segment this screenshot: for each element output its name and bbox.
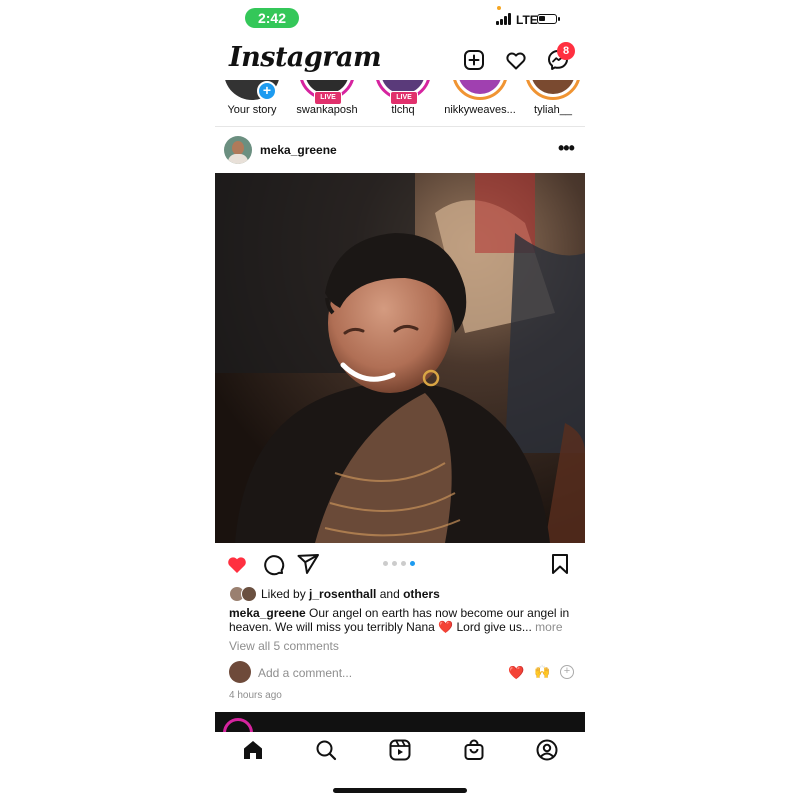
story-avatar xyxy=(452,80,508,100)
liker-avatar xyxy=(241,586,257,602)
mic-indicator-dot xyxy=(497,6,501,10)
liked-and: and xyxy=(376,587,404,601)
instagram-logo: Instagram xyxy=(229,42,382,73)
status-bar: 2:42 LTE xyxy=(215,0,585,34)
shop-icon[interactable] xyxy=(462,738,486,762)
home-icon[interactable] xyxy=(241,738,265,762)
new-post-icon[interactable] xyxy=(462,48,486,72)
profile-icon[interactable] xyxy=(535,738,559,762)
more-options-icon[interactable]: ••• xyxy=(558,138,575,159)
next-post-preview[interactable] xyxy=(215,712,585,732)
live-badge: LIVE xyxy=(390,91,418,105)
add-story-plus-icon[interactable]: + xyxy=(257,81,277,101)
like-heart-icon[interactable] xyxy=(225,552,249,576)
network-label: LTE xyxy=(516,13,538,27)
liked-others[interactable]: others xyxy=(403,587,440,601)
story-avatar xyxy=(525,80,581,100)
caption-username[interactable]: meka_greene xyxy=(229,606,306,620)
signal-icon xyxy=(496,13,514,25)
instagram-screen: 2:42 LTE Instagram 8 + Your story LIVE s… xyxy=(215,0,585,800)
divider xyxy=(215,126,585,127)
my-avatar xyxy=(229,661,251,683)
messenger-badge: 8 xyxy=(557,42,575,60)
home-indicator[interactable] xyxy=(333,788,467,793)
liked-prefix: Liked by xyxy=(261,587,310,601)
quick-reaction-raised-hands[interactable]: 🙌 xyxy=(534,664,550,680)
story-tlchq[interactable]: LIVE tlchq xyxy=(363,80,443,126)
bottom-tab-bar xyxy=(215,732,585,768)
post-caption: meka_greene Our angel on earth has now b… xyxy=(229,606,574,634)
liked-user[interactable]: j_rosenthall xyxy=(309,587,376,601)
story-tyliah[interactable]: tyliah__ xyxy=(513,80,585,126)
stories-tray[interactable]: + Your story LIVE swankaposh LIVE tlchq … xyxy=(215,80,585,126)
story-label: nikkyweaves... xyxy=(444,104,516,116)
post-timestamp: 4 hours ago xyxy=(229,690,282,701)
more-reactions-plus-icon[interactable]: + xyxy=(560,665,574,679)
story-label: tlchq xyxy=(391,104,415,116)
quick-reaction-heart[interactable]: ❤️ xyxy=(508,665,524,681)
next-post-avatar xyxy=(223,718,253,732)
post-actions xyxy=(215,550,585,578)
post-photo-image xyxy=(215,173,585,543)
reels-icon[interactable] xyxy=(388,738,412,762)
story-nikkyweaves[interactable]: nikkyweaves... xyxy=(440,80,520,126)
poster-avatar[interactable] xyxy=(224,136,252,164)
app-header: Instagram 8 xyxy=(215,40,585,80)
story-label: Your story xyxy=(227,104,277,116)
view-comments-link[interactable]: View all 5 comments xyxy=(229,639,339,653)
caption-more-link[interactable]: more xyxy=(532,620,562,634)
battery-icon xyxy=(537,14,560,24)
comment-icon[interactable] xyxy=(261,552,285,576)
liked-by[interactable]: Liked by j_rosenthall and others xyxy=(229,585,579,603)
share-icon[interactable] xyxy=(296,552,320,576)
story-your-story[interactable]: + Your story xyxy=(215,80,292,126)
save-bookmark-icon[interactable] xyxy=(548,552,572,576)
status-time: 2:42 xyxy=(245,8,299,28)
poster-username[interactable]: meka_greene xyxy=(260,143,337,157)
heart-icon[interactable] xyxy=(504,48,528,72)
post-photo[interactable] xyxy=(215,173,585,543)
search-icon[interactable] xyxy=(314,738,338,762)
liked-by-text: Liked by j_rosenthall and others xyxy=(261,587,440,601)
story-swankaposh[interactable]: LIVE swankaposh xyxy=(287,80,367,126)
add-comment-row: Add a comment... ❤️ 🙌 + xyxy=(215,661,585,685)
live-badge: LIVE xyxy=(314,91,342,105)
story-label: swankaposh xyxy=(296,104,358,116)
post-header: meka_greene ••• xyxy=(215,134,585,168)
carousel-indicator xyxy=(383,561,417,567)
story-label: tyliah__ xyxy=(534,104,572,116)
add-comment-input[interactable]: Add a comment... xyxy=(258,666,352,680)
